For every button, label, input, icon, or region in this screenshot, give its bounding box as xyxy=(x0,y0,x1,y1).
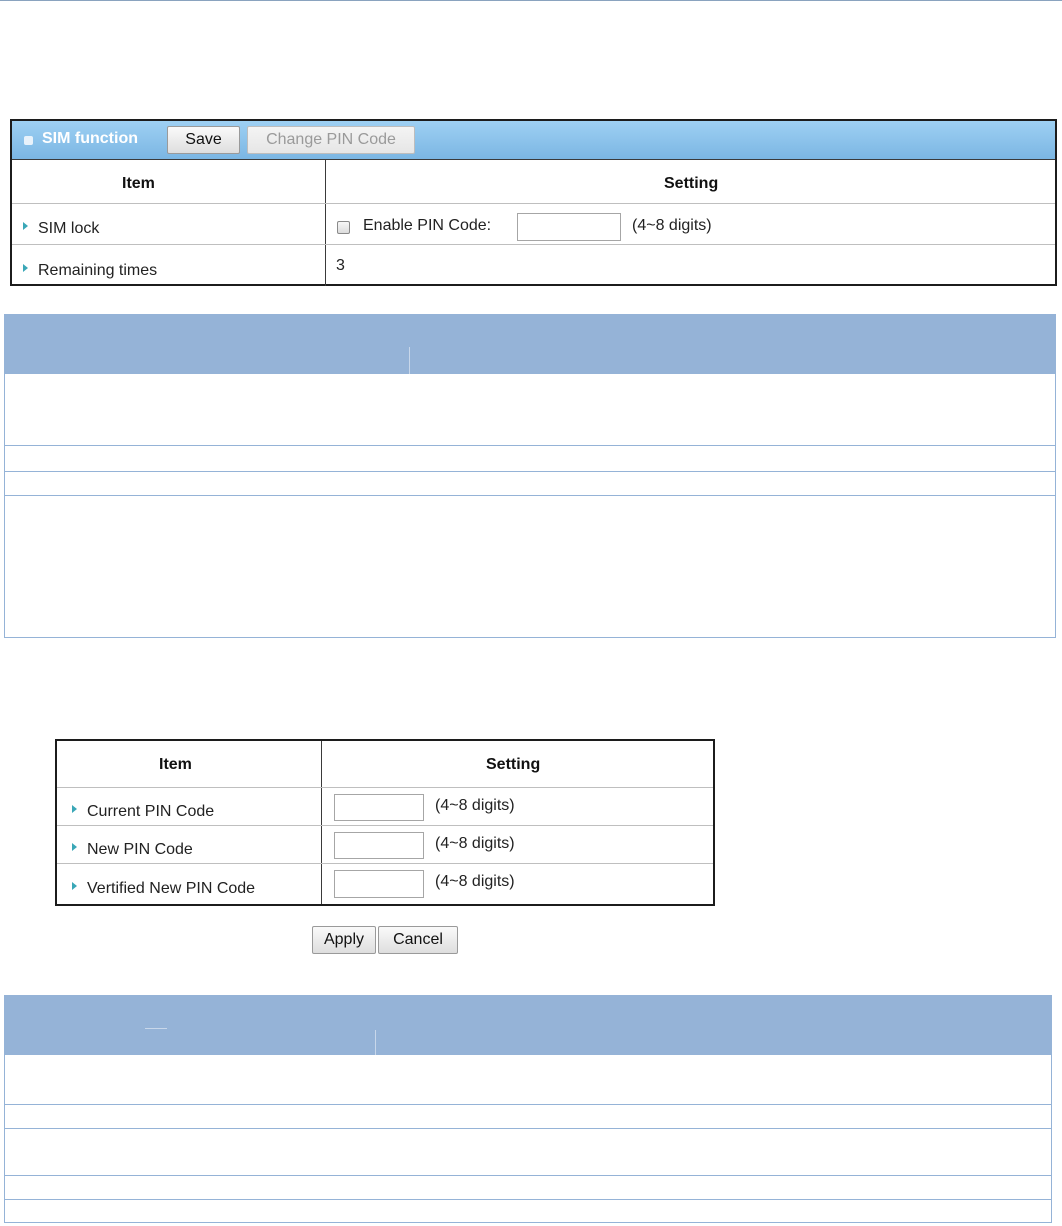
new-pin-input[interactable] xyxy=(334,832,424,859)
column-header-item: Item xyxy=(122,175,155,192)
row-bullet-icon xyxy=(72,843,77,851)
current-pin-input[interactable] xyxy=(334,794,424,821)
apply-button[interactable]: Apply xyxy=(312,926,376,954)
row-divider xyxy=(5,445,1055,446)
sim-function-title: SIM function xyxy=(42,130,138,147)
verified-new-pin-label: Vertified New PIN Code xyxy=(87,880,256,897)
row-divider xyxy=(5,471,1055,472)
table-row-new-pin: New PIN Code (4~8 digits) xyxy=(57,825,713,863)
table-row-current-pin: Current PIN Code (4~8 digits) xyxy=(57,787,713,825)
row-divider xyxy=(5,1175,1051,1176)
row-divider xyxy=(5,495,1055,496)
column-header-setting: Setting xyxy=(486,756,541,773)
change-pin-code-button[interactable]: Change PIN Code xyxy=(247,126,415,154)
current-pin-hint: (4~8 digits) xyxy=(435,797,515,814)
top-rule xyxy=(0,0,1062,1)
row-bullet-icon xyxy=(72,805,77,813)
remaining-times-value: 3 xyxy=(336,257,345,274)
header-tick xyxy=(145,1028,167,1029)
verified-new-pin-input[interactable] xyxy=(334,870,424,898)
sim-function-table: Item Setting SIM lock Enable PIN Code: (… xyxy=(12,159,1055,286)
save-button[interactable]: Save xyxy=(167,126,240,154)
table-row-verified-new-pin: Vertified New PIN Code (4~8 digits) xyxy=(57,863,713,904)
column-header-item: Item xyxy=(159,756,192,773)
sim-lock-label: SIM lock xyxy=(38,220,100,237)
change-pin-code-panel: Item Setting Current PIN Code (4~8 digit… xyxy=(55,739,715,906)
table-header-row: Item Setting xyxy=(12,159,1055,203)
new-pin-label: New PIN Code xyxy=(87,841,193,858)
table-row-remaining-times: Remaining times 3 xyxy=(12,244,1055,286)
header-column-divider xyxy=(409,347,410,374)
row-bullet-icon xyxy=(23,222,28,230)
cancel-button[interactable]: Cancel xyxy=(378,926,458,954)
new-pin-hint: (4~8 digits) xyxy=(435,835,515,852)
verified-new-pin-hint: (4~8 digits) xyxy=(435,873,515,890)
pin-code-hint: (4~8 digits) xyxy=(632,217,712,234)
description-table-header xyxy=(5,315,1055,374)
row-divider xyxy=(5,1199,1051,1200)
column-header-setting: Setting xyxy=(664,175,719,192)
table-row-sim-lock: SIM lock Enable PIN Code: (4~8 digits) xyxy=(12,203,1055,244)
enable-pin-code-checkbox[interactable] xyxy=(337,221,350,234)
description-table-sim-function xyxy=(4,314,1056,638)
header-column-divider xyxy=(375,1030,376,1055)
row-divider xyxy=(5,1104,1051,1105)
sim-function-panel: SIM function Save Change PIN Code Item S… xyxy=(10,119,1057,286)
description-table-header xyxy=(5,996,1051,1055)
row-bullet-icon xyxy=(72,882,77,890)
table-header-row: Item Setting xyxy=(57,741,713,787)
collapse-icon[interactable] xyxy=(24,136,33,145)
row-divider xyxy=(5,1128,1051,1129)
description-table-change-pin xyxy=(4,995,1052,1223)
sim-function-header: SIM function Save Change PIN Code xyxy=(12,121,1055,159)
row-bullet-icon xyxy=(23,264,28,272)
remaining-times-label: Remaining times xyxy=(38,262,158,279)
enable-pin-code-label: Enable PIN Code: xyxy=(363,217,492,234)
current-pin-label: Current PIN Code xyxy=(87,803,215,820)
pin-code-input[interactable] xyxy=(517,213,621,241)
